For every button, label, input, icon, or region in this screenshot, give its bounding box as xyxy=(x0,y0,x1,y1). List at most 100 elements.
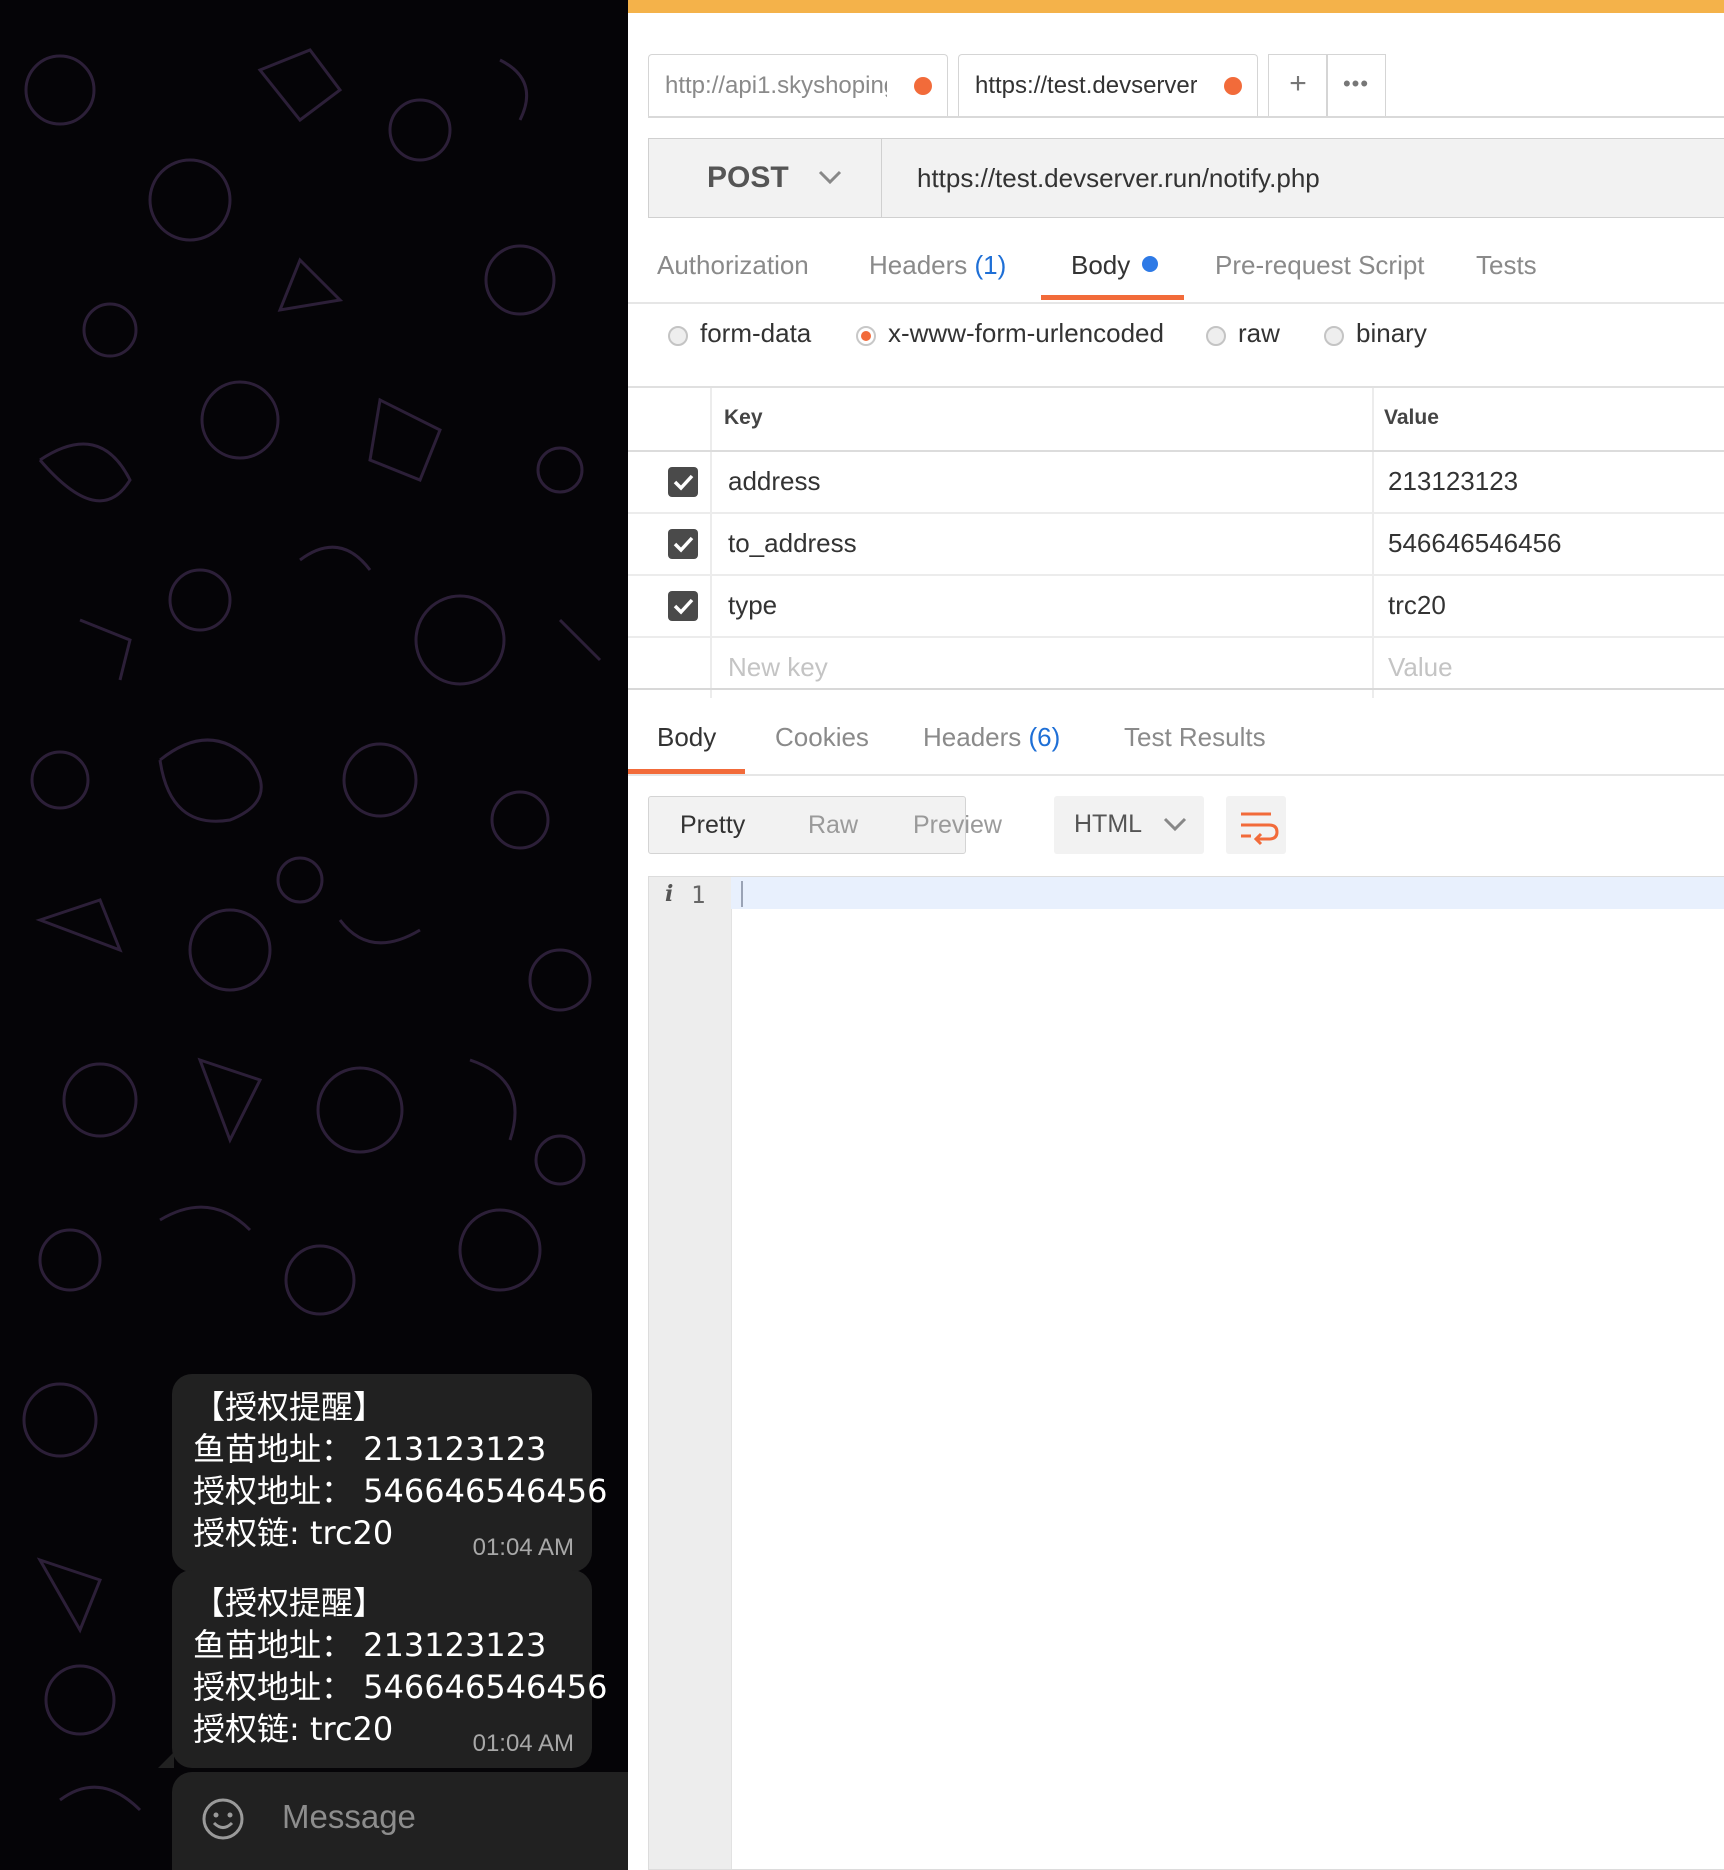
tab-prerequest-script[interactable]: Pre-request Script xyxy=(1215,250,1425,281)
pretty-button[interactable]: Pretty xyxy=(680,811,745,840)
radio-raw[interactable]: raw xyxy=(1206,318,1280,349)
radio-label: binary xyxy=(1356,318,1427,348)
message-time: 01:04 AM xyxy=(472,1534,574,1561)
headers-count: (6) xyxy=(1028,722,1061,752)
request-tab-active[interactable]: https://test.devserver xyxy=(958,54,1258,116)
params-table: Key Value address 213123123 to_address 5… xyxy=(628,386,1724,698)
active-line-highlight xyxy=(731,877,1724,909)
message-line: 【授权提醒】 xyxy=(193,1584,386,1622)
wrap-lines-icon xyxy=(1241,812,1279,846)
wrap-lines-button[interactable] xyxy=(1226,796,1286,854)
tab-strip-border xyxy=(648,116,1724,118)
table-row: address 213123123 xyxy=(628,452,1724,514)
message-line: 【授权提醒】 xyxy=(193,1388,386,1426)
param-value[interactable]: 213123123 xyxy=(1388,466,1518,497)
unsaved-dot-icon xyxy=(1224,77,1242,95)
param-key[interactable]: type xyxy=(728,590,777,621)
tab-response-headers[interactable]: Headers (6) xyxy=(923,722,1060,753)
active-tab-indicator xyxy=(628,769,745,774)
radio-circle xyxy=(668,326,688,346)
format-select[interactable]: HTML xyxy=(1054,796,1204,854)
response-editor[interactable]: i 1 xyxy=(648,876,1724,1870)
request-section-tabs: Authorization Headers (1) Body Pre-reque… xyxy=(628,250,1724,304)
row-checkbox[interactable] xyxy=(668,467,698,497)
radio-label: raw xyxy=(1238,318,1280,348)
checkmark-icon xyxy=(673,474,694,491)
message-line: 鱼苗地址： 213123123 xyxy=(193,1626,547,1664)
response-tabs: Body Cookies Headers (6) Test Results xyxy=(628,722,1724,776)
tab-headers-label: Headers xyxy=(923,722,1022,752)
format-label: HTML xyxy=(1074,810,1143,838)
tab-response-body[interactable]: Body xyxy=(657,722,716,753)
message-line: 授权地址： 546646546456 xyxy=(193,1668,608,1706)
row-checkbox[interactable] xyxy=(668,591,698,621)
checkmark-icon xyxy=(673,598,694,615)
new-value-input[interactable]: Value xyxy=(1388,652,1453,683)
tab-test-results[interactable]: Test Results xyxy=(1124,722,1266,753)
unsaved-dot-icon xyxy=(914,77,932,95)
message-input[interactable]: Message xyxy=(282,1798,416,1836)
emoji-icon[interactable] xyxy=(202,1798,244,1840)
line-gutter: i 1 xyxy=(649,877,732,1869)
url-bar: POST https://test.devserver.run/notify.p… xyxy=(648,138,1724,218)
chevron-down-icon xyxy=(1163,817,1187,832)
table-header-row: Key Value xyxy=(628,386,1724,452)
url-input[interactable]: https://test.devserver.run/notify.php xyxy=(917,163,1320,194)
request-tab[interactable]: http://api1.skyshoping xyxy=(648,54,948,116)
tab-headers-label: Headers xyxy=(869,250,968,280)
chat-message[interactable]: 【授权提醒】 鱼苗地址： 213123123 授权地址： 54664654645… xyxy=(172,1374,608,1572)
view-mode-group: Pretty Raw Preview xyxy=(648,796,1002,854)
radio-circle-selected xyxy=(856,326,876,346)
param-key[interactable]: to_address xyxy=(728,528,857,559)
radio-urlencoded[interactable]: x-www-form-urlencoded xyxy=(856,318,1164,349)
top-accent-bar xyxy=(628,0,1724,13)
row-checkbox[interactable] xyxy=(668,529,698,559)
info-icon: i xyxy=(665,881,674,907)
radio-label: form-data xyxy=(700,318,812,348)
param-key[interactable]: address xyxy=(728,466,821,497)
message-line: 鱼苗地址： 213123123 xyxy=(193,1430,547,1468)
modified-dot-icon xyxy=(1142,256,1159,272)
params-table-border xyxy=(628,688,1724,690)
table-row: to_address 546646546456 xyxy=(628,514,1724,576)
body-mode-options: form-data x-www-form-urlencoded raw bina… xyxy=(628,318,1724,368)
chat-panel: 【授权提醒】 鱼苗地址： 213123123 授权地址： 54664654645… xyxy=(0,0,628,1870)
message-time: 01:04 AM xyxy=(472,1730,574,1757)
message-composer[interactable]: Message xyxy=(172,1772,628,1870)
more-tabs-button[interactable]: ••• xyxy=(1326,54,1386,116)
radio-circle xyxy=(1206,326,1226,346)
value-column-header: Value xyxy=(1384,406,1439,429)
tab-body-label: Body xyxy=(1071,250,1131,280)
text-cursor xyxy=(741,881,743,907)
radio-binary[interactable]: binary xyxy=(1324,318,1427,349)
tab-cookies[interactable]: Cookies xyxy=(775,722,869,753)
preview-button[interactable]: Preview xyxy=(913,811,1002,840)
bubble-tail xyxy=(158,1752,174,1768)
param-value[interactable]: 546646546456 xyxy=(1388,528,1562,559)
postman-panel: http://api1.skyshoping https://test.devs… xyxy=(628,0,1724,1870)
new-key-input[interactable]: New key xyxy=(728,652,828,683)
checkmark-icon xyxy=(673,536,694,553)
request-tab-label: http://api1.skyshoping xyxy=(665,72,887,99)
chevron-down-icon xyxy=(818,170,842,185)
request-tab-label: https://test.devserver xyxy=(975,72,1197,99)
radio-circle xyxy=(1324,326,1344,346)
method-select[interactable]: POST xyxy=(649,139,882,217)
chat-message[interactable]: 【授权提醒】 鱼苗地址： 213123123 授权地址： 54664654645… xyxy=(158,1570,608,1768)
method-label: POST xyxy=(707,161,789,194)
line-number: 1 xyxy=(691,881,706,909)
new-tab-button[interactable]: + xyxy=(1268,54,1328,116)
message-line: 授权地址： 546646546456 xyxy=(193,1472,608,1510)
param-value[interactable]: trc20 xyxy=(1388,590,1446,621)
key-column-header: Key xyxy=(724,406,763,429)
table-row: type trc20 xyxy=(628,576,1724,638)
tab-headers[interactable]: Headers (1) xyxy=(869,250,1006,281)
tab-tests[interactable]: Tests xyxy=(1476,250,1537,281)
headers-count: (1) xyxy=(974,250,1007,280)
active-tab-indicator xyxy=(1041,295,1184,300)
radio-label: x-www-form-urlencoded xyxy=(888,318,1164,348)
raw-button[interactable]: Raw xyxy=(808,811,858,840)
tab-authorization[interactable]: Authorization xyxy=(657,250,809,281)
radio-form-data[interactable]: form-data xyxy=(668,318,811,349)
tab-body[interactable]: Body xyxy=(1071,250,1159,281)
